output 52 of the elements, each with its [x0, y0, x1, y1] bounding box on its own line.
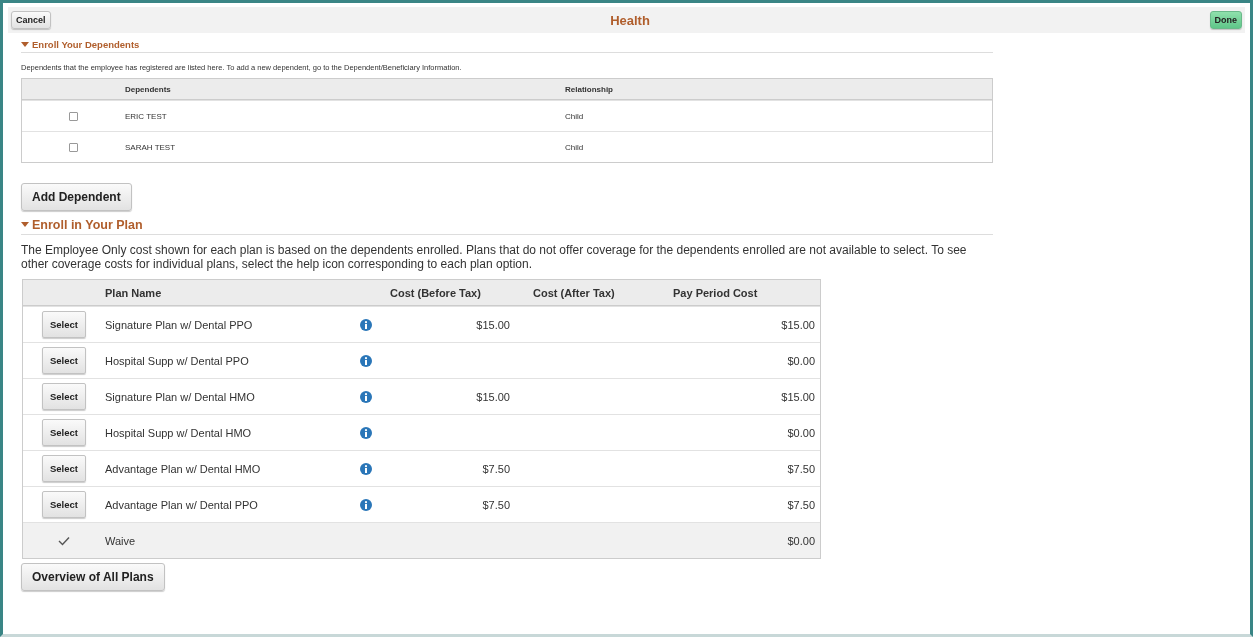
overview-button[interactable]: Overview of All Plans [21, 563, 165, 591]
column-header: Pay Period Cost [673, 286, 759, 299]
table-cell: $15.00 [476, 318, 510, 331]
table-cell-text: SARAH TEST [125, 142, 177, 152]
column-header: Relationship [565, 84, 613, 94]
checkbox[interactable] [69, 111, 78, 121]
table-cell-text: Hospital Supp w/ Dental HMO [105, 426, 253, 439]
info-icon[interactable] [360, 498, 372, 511]
info-icon[interactable] [360, 426, 372, 439]
column-header: Cost (After Tax) [533, 286, 616, 299]
table-cell: $7.50 [482, 462, 510, 475]
table-cell: $0.00 [787, 534, 815, 547]
add-dependent-button[interactable]: Add Dependent [21, 183, 132, 211]
column-header: Plan Name [105, 286, 163, 299]
info-icon[interactable] [360, 318, 372, 331]
table-cell-text: Signature Plan w/ Dental HMO [105, 390, 256, 403]
info-icon[interactable] [360, 462, 372, 475]
table-cell: $0.00 [787, 354, 815, 367]
cancel-button[interactable]: Cancel [11, 11, 51, 29]
table-cell: Child [565, 111, 584, 121]
table-cell: $15.00 [781, 318, 815, 331]
table-cell-text: Advantage Plan w/ Dental HMO [105, 462, 262, 475]
info-icon[interactable] [360, 354, 372, 367]
select-button[interactable]: Select [42, 311, 86, 338]
section-title: Enroll Your Dependents [32, 39, 140, 50]
select-button[interactable]: Select [42, 419, 86, 446]
column-header: Cost (Before Tax) [390, 286, 482, 299]
table-cell: Child [565, 142, 584, 152]
table-cell-text: Signature Plan w/ Dental PPO [105, 318, 254, 331]
table-cell: $7.50 [787, 498, 815, 511]
table-cell: $7.50 [787, 462, 815, 475]
table-cell-text: Waive [105, 534, 137, 547]
checkbox[interactable] [69, 142, 78, 152]
table-cell: $0.00 [787, 426, 815, 439]
section-toggle[interactable]: Enroll Your Dependents [21, 33, 140, 52]
select-button[interactable]: Select [42, 347, 86, 374]
table-cell: $7.50 [482, 498, 510, 511]
select-button[interactable]: Select [42, 491, 86, 518]
section-title: Enroll in Your Plan [32, 218, 143, 232]
select-button[interactable]: Select [42, 383, 86, 410]
table-cell-text: Advantage Plan w/ Dental PPO [105, 498, 259, 511]
column-header: Dependents [125, 84, 172, 94]
table-cell-text: Hospital Supp w/ Dental PPO [105, 354, 250, 367]
done-button[interactable]: Done [1209, 11, 1242, 29]
table-cell-text: ERIC TEST [125, 111, 168, 121]
table-cell: $15.00 [476, 390, 510, 403]
select-button[interactable]: Select [42, 455, 86, 482]
table-cell: $15.00 [781, 390, 815, 403]
section-toggle[interactable]: Enroll in Your Plan [21, 216, 143, 234]
info-icon[interactable] [360, 390, 372, 403]
page-title: Health [610, 12, 650, 28]
section-description: The Employee Only cost shown for each plan is based on the dependents enrolled. Plans that do not offer coverage for the dependents enrolled are not available to select. To see other coverage costs for individual plans, select the help icon corresponding to each plan option. [21, 243, 968, 271]
